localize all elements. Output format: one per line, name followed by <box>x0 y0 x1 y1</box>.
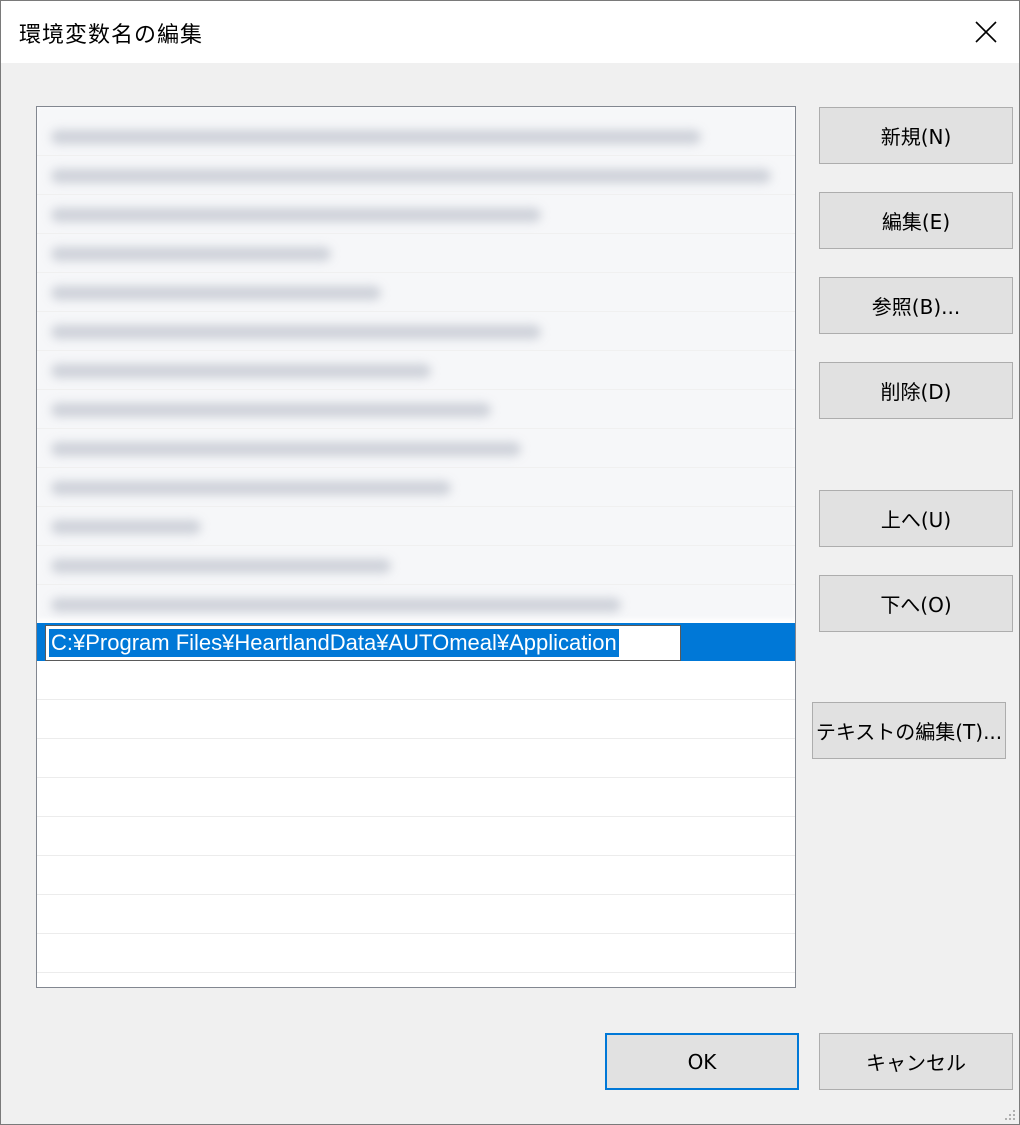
list-item[interactable] <box>37 817 795 856</box>
list-item-obscured[interactable] <box>37 468 795 507</box>
list-item-obscured[interactable] <box>37 507 795 546</box>
edit-text-button[interactable]: テキストの編集(T)... <box>812 702 1006 759</box>
list-item-obscured[interactable] <box>37 195 795 234</box>
obscured-text <box>51 442 521 456</box>
close-icon <box>975 21 997 43</box>
list-item[interactable] <box>37 895 795 934</box>
list-item-obscured[interactable] <box>37 312 795 351</box>
obscured-text <box>51 403 491 417</box>
list-item-obscured[interactable] <box>37 585 795 624</box>
obscured-text <box>51 325 541 339</box>
obscured-text <box>51 130 701 144</box>
title-bar: 環境変数名の編集 <box>1 1 1019 63</box>
resize-grip-icon[interactable] <box>1002 1107 1016 1121</box>
list-item[interactable] <box>37 739 795 778</box>
obscured-text <box>51 169 771 183</box>
browse-button[interactable]: 参照(B)... <box>819 277 1013 334</box>
move-up-button[interactable]: 上へ(U) <box>819 490 1013 547</box>
obscured-text <box>51 286 381 300</box>
path-entry-list[interactable]: C:¥Program Files¥HeartlandData¥AUTOmeal¥… <box>36 106 796 988</box>
list-item-obscured[interactable] <box>37 546 795 585</box>
obscured-text <box>51 208 541 222</box>
list-item[interactable] <box>37 934 795 973</box>
cancel-button[interactable]: キャンセル <box>819 1033 1013 1090</box>
obscured-text <box>51 520 201 534</box>
obscured-text <box>51 559 391 573</box>
list-item[interactable] <box>37 661 795 700</box>
delete-button[interactable]: 削除(D) <box>819 362 1013 419</box>
move-down-button[interactable]: 下へ(O) <box>819 575 1013 632</box>
list-item-obscured[interactable] <box>37 117 795 156</box>
list-item[interactable] <box>37 700 795 739</box>
entry-edit-text: C:¥Program Files¥HeartlandData¥AUTOmeal¥… <box>49 629 619 657</box>
ok-button[interactable]: OK <box>605 1033 799 1090</box>
obscured-text <box>51 598 621 612</box>
list-item-obscured[interactable] <box>37 429 795 468</box>
dialog-title: 環境変数名の編集 <box>19 23 204 48</box>
edit-button[interactable]: 編集(E) <box>819 192 1013 249</box>
list-item-obscured[interactable] <box>37 156 795 195</box>
entry-edit-field[interactable]: C:¥Program Files¥HeartlandData¥AUTOmeal¥… <box>45 625 681 661</box>
obscured-text <box>51 247 331 261</box>
edit-environment-variable-dialog: 環境変数名の編集 C:¥Program Files¥HeartlandData¥… <box>0 0 1020 1125</box>
obscured-text <box>51 481 451 495</box>
new-button[interactable]: 新規(N) <box>819 107 1013 164</box>
list-item[interactable] <box>37 778 795 817</box>
list-item-obscured[interactable] <box>37 234 795 273</box>
list-item[interactable] <box>37 856 795 895</box>
obscured-text <box>51 364 431 378</box>
list-item-obscured[interactable] <box>37 390 795 429</box>
list-item-obscured[interactable] <box>37 273 795 312</box>
list-item-obscured[interactable] <box>37 351 795 390</box>
close-button[interactable] <box>953 1 1019 63</box>
